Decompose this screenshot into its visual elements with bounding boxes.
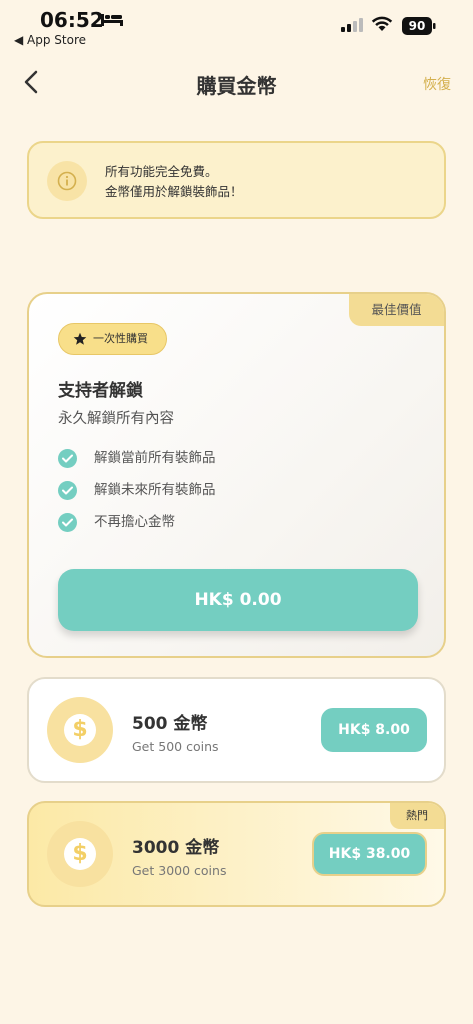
coin-icon: $ [47,697,113,763]
info-line-2: 金幣僅用於解鎖裝飾品！ [105,184,243,199]
star-icon [73,332,87,345]
feature-label: 解鎖未來所有裝飾品 [94,482,216,498]
status-time: 06:52 [40,8,104,32]
feature-label: 不再擔心金幣 [94,514,175,530]
battery-icon: 90 [402,17,436,35]
coin-pack-name: 3000 金幣 [132,838,220,858]
coin-icon: $ [47,821,113,887]
feature-label: 解鎖當前所有裝飾品 [94,450,216,466]
restore-button[interactable]: 恢復 [423,74,451,94]
feature-item: 解鎖未來所有裝飾品 [58,479,216,501]
sleep-bed-icon [101,14,123,26]
page-title: 購買金幣 [196,74,277,98]
coin-pack-description: Get 500 coins [132,739,219,754]
signal-icon [341,18,363,32]
battery-level: 90 [408,19,426,33]
check-icon [58,481,77,500]
info-banner: 所有功能完全免費。 金幣僅用於解鎖裝飾品！ [27,141,446,219]
one-time-purchase-badge: 一次性購買 [58,323,167,355]
info-text: 所有功能完全免費。 金幣僅用於解鎖裝飾品！ [105,162,243,202]
one-time-purchase-label: 一次性購買 [93,332,148,345]
check-icon [58,513,77,532]
feature-item: 不再擔心金幣 [58,511,175,533]
best-value-ribbon: 最佳價值 [349,294,444,326]
info-icon [47,161,87,201]
supporter-price-button[interactable]: HK$ 0.00 [58,569,418,631]
check-icon [58,449,77,468]
coin-pack-500-card[interactable]: $ 500 金幣 Get 500 coins HK$ 8.00 [27,677,446,783]
coin-3000-price-button[interactable]: HK$ 38.00 [312,832,427,876]
coin-500-price-button[interactable]: HK$ 8.00 [321,708,427,752]
back-to-app-store-link[interactable]: ◀ App Store [14,33,86,47]
popular-ribbon: 熱門 [390,803,444,829]
supporter-title: 支持者解鎖 [58,381,143,401]
info-line-1: 所有功能完全免費。 [105,164,218,179]
status-bar: 06:52 ◀ App Store 90 [0,0,473,52]
supporter-unlock-card[interactable]: 最佳價值 一次性購買 支持者解鎖 永久解鎖所有內容 解鎖當前所有裝飾品 解鎖未來… [27,292,446,658]
wifi-icon [371,16,393,31]
coin-pack-name: 500 金幣 [132,714,208,734]
coin-pack-3000-card[interactable]: 熱門 $ 3000 金幣 Get 3000 coins HK$ 38.00 [27,801,446,907]
feature-item: 解鎖當前所有裝飾品 [58,447,216,469]
coin-pack-description: Get 3000 coins [132,863,227,878]
supporter-subtitle: 永久解鎖所有內容 [58,411,174,427]
